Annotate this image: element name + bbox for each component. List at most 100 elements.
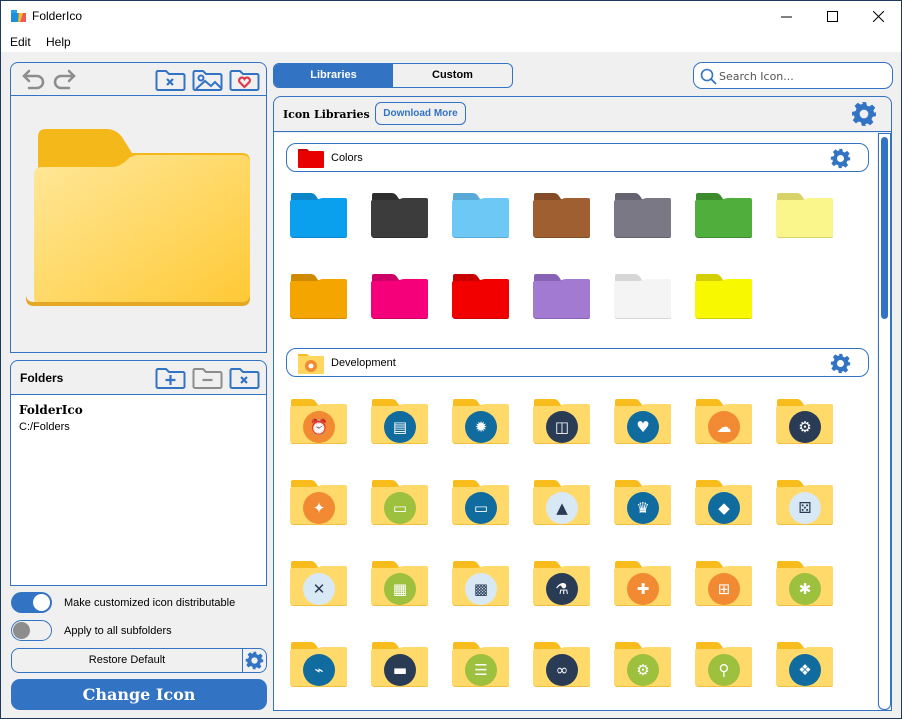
subfolders-label: Apply to all subfolders (64, 625, 172, 637)
dev-folder-gear-search[interactable]: ⚙ (614, 640, 672, 688)
link-badge-icon: ∞ (546, 654, 578, 686)
monitor-link-badge-icon: ▭ (465, 492, 497, 524)
section-development-header[interactable]: Development (286, 348, 869, 377)
color-folder-blue[interactable] (290, 191, 348, 239)
library-title: Icon Libraries (283, 108, 370, 121)
windows-badge-icon: ▬ (384, 654, 416, 686)
distributable-toggle[interactable] (11, 592, 52, 613)
color-folder-light-blue[interactable] (452, 191, 510, 239)
color-folder-purple[interactable] (533, 272, 591, 320)
dev-folder-gears[interactable]: ⚙ (776, 397, 834, 445)
color-folder-pink[interactable] (371, 272, 429, 320)
dev-folder-ruler-pencil[interactable]: ✕ (290, 559, 348, 607)
dev-folder-sitemap[interactable]: ⊞ (695, 559, 753, 607)
scrollbar-thumb[interactable] (881, 137, 888, 319)
gears-badge-icon: ⚙ (789, 411, 821, 443)
crown-badge-icon: ♛ (627, 492, 659, 524)
search-input[interactable] (719, 68, 884, 84)
section-gear-icon[interactable] (830, 353, 851, 374)
menu-edit[interactable]: Edit (10, 35, 31, 49)
color-folder-brown[interactable] (533, 191, 591, 239)
development-folder-icon (298, 354, 324, 374)
dev-folder-diamond[interactable]: ◆ (695, 478, 753, 526)
pixel-document-badge-icon: ▦ (384, 573, 416, 605)
remove-folder-icon[interactable] (192, 365, 223, 390)
folder-remove-icon[interactable] (155, 67, 186, 92)
undo-icon[interactable] (21, 68, 47, 90)
dev-folder-chart-laptop[interactable]: ⌁ (290, 640, 348, 688)
close-button[interactable] (855, 1, 901, 32)
toggle-knob (13, 622, 30, 639)
firewall-badge-icon: ▩ (465, 573, 497, 605)
dev-folder-monitor-link[interactable]: ▭ (452, 478, 510, 526)
color-folder-red[interactable] (452, 272, 510, 320)
preview-panel (10, 62, 267, 353)
redo-icon[interactable] (51, 68, 77, 90)
library-header: Icon Libraries Download More (274, 97, 891, 132)
dice-badge-icon: ⚄ (789, 492, 821, 524)
folder-image-icon[interactable] (192, 67, 223, 92)
section-gear-icon[interactable] (830, 148, 851, 169)
restore-default-button[interactable]: Restore Default (11, 648, 243, 673)
dev-folder-atom[interactable]: ✹ (452, 397, 510, 445)
maximize-button[interactable] (809, 1, 855, 32)
playing-cards-badge-icon: ♥ (627, 411, 659, 443)
search-icon (700, 68, 717, 85)
dev-folder-compass[interactable]: ✦ (290, 478, 348, 526)
folders-panel: Folders FolderIco C:/Folders (10, 360, 267, 586)
dev-folder-alarm-clock[interactable]: ⏰ (290, 397, 348, 445)
dev-folder-microscope[interactable]: ⚲ (695, 640, 753, 688)
menu-help[interactable]: Help (46, 35, 71, 49)
color-folder-black[interactable] (371, 191, 429, 239)
color-folder-light-yellow[interactable] (776, 191, 834, 239)
minimize-button[interactable] (763, 1, 809, 32)
change-icon-button[interactable]: Change Icon (11, 679, 267, 710)
dev-folder-browser-gauge[interactable]: ◫ (533, 397, 591, 445)
folder-path: C:/Folders (19, 421, 70, 433)
dev-folder-crown[interactable]: ♛ (614, 478, 672, 526)
vertical-scrollbar[interactable] (878, 133, 891, 710)
color-folder-green[interactable] (695, 191, 753, 239)
add-folder-icon[interactable] (155, 365, 186, 390)
gamepad-badge-icon: ✚ (627, 573, 659, 605)
folder-heart-icon[interactable] (229, 67, 260, 92)
dev-folder-monitor-code[interactable]: ▭ (371, 478, 429, 526)
search-box (693, 62, 893, 89)
dev-folder-pixel-document[interactable]: ▦ (371, 559, 429, 607)
diamond-badge-icon: ◆ (708, 492, 740, 524)
dev-folder-dice[interactable]: ⚄ (776, 478, 834, 526)
bug-badge-icon: ✱ (789, 573, 821, 605)
dev-folder-firewall[interactable]: ▩ (452, 559, 510, 607)
gear-icon (245, 651, 264, 670)
dev-folder-bug[interactable]: ✱ (776, 559, 834, 607)
menu-bar: Edit Help (1, 32, 901, 52)
dev-folder-flask[interactable]: ⚗ (533, 559, 591, 607)
color-folder-gray[interactable] (614, 191, 672, 239)
dev-folder-link[interactable]: ∞ (533, 640, 591, 688)
atom-badge-icon: ✹ (465, 411, 497, 443)
folders-header: Folders (11, 361, 266, 395)
color-folder-orange[interactable] (290, 272, 348, 320)
flask-badge-icon: ⚗ (546, 573, 578, 605)
dev-folder-dropbox[interactable]: ❖ (776, 640, 834, 688)
color-folder-white[interactable] (614, 272, 672, 320)
color-folder-yellow[interactable] (695, 272, 753, 320)
dev-folder-windows[interactable]: ▬ (371, 640, 429, 688)
icon-grid: Colors Development ⏰ ▤ ✹ ◫ ♥ ☁ ⚙ ✦ ▭ ▭ ▲… (274, 133, 877, 710)
dev-folder-printer-tools[interactable]: ▤ (371, 397, 429, 445)
subfolders-toggle[interactable] (11, 620, 52, 641)
dev-folder-playing-cards[interactable]: ♥ (614, 397, 672, 445)
download-more-button[interactable]: Download More (375, 102, 466, 125)
restore-settings-button[interactable] (242, 648, 267, 673)
icon-library-panel: Icon Libraries Download More Colors Deve… (273, 96, 892, 711)
library-settings-gear-icon[interactable] (851, 101, 877, 127)
tab-libraries[interactable]: Libraries (274, 64, 393, 87)
dev-folder-sliders[interactable]: ☰ (452, 640, 510, 688)
section-colors-header[interactable]: Colors (286, 143, 869, 172)
minimize-icon (780, 16, 792, 18)
dev-folder-cloud[interactable]: ☁ (695, 397, 753, 445)
tab-custom[interactable]: Custom (393, 64, 512, 87)
dev-folder-traffic-cone[interactable]: ▲ (533, 478, 591, 526)
clear-folders-icon[interactable] (229, 365, 260, 390)
dev-folder-gamepad[interactable]: ✚ (614, 559, 672, 607)
